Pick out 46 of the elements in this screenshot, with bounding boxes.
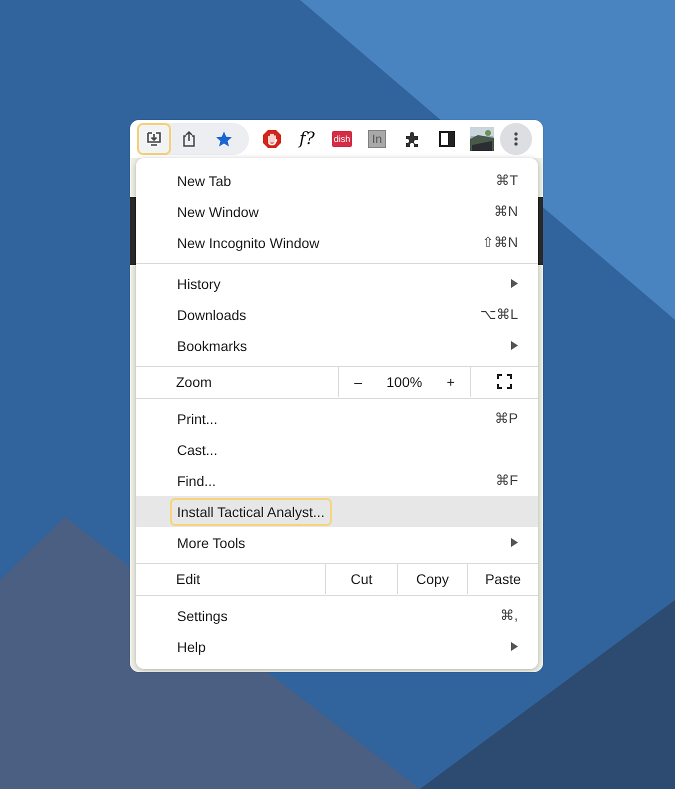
edit-action-button[interactable]: Copy xyxy=(397,563,467,594)
menu-item[interactable]: Settings ⌘, xyxy=(136,600,538,631)
menu-item[interactable]: Downloads ⌥⌘L xyxy=(136,299,538,330)
menu-item-label: Cast... xyxy=(176,440,218,460)
menu-item-label: Downloads xyxy=(176,306,248,324)
menu-item-label: New Tab xyxy=(176,172,232,190)
keyboard-shortcut: ⌥⌘L xyxy=(480,306,518,323)
edit-action-button[interactable]: Paste xyxy=(467,563,538,594)
menu-item[interactable]: New Tab ⌘T xyxy=(136,165,538,196)
keyboard-shortcut: ⌘, xyxy=(500,607,518,624)
zoom-out-button[interactable]: – xyxy=(348,374,368,390)
menu-item-label: New Window xyxy=(176,202,260,222)
menu-item-label: Print... xyxy=(176,410,218,428)
menu-item-label: Help xyxy=(176,638,207,657)
zoom-level: 100% xyxy=(386,374,422,390)
keyboard-shortcut: ⌘F xyxy=(495,472,518,489)
menu-item-label: Settings xyxy=(176,606,229,626)
extension-badge: In xyxy=(368,130,386,148)
extension-badge: dish xyxy=(332,131,352,147)
toolbar-button[interactable]: f? xyxy=(290,123,324,155)
menu-item[interactable]: More Tools xyxy=(136,527,538,558)
menu-item-label: Zoom xyxy=(175,372,213,392)
keyboard-shortcut: ⇧⌘N xyxy=(482,234,518,251)
menu-item[interactable]: New Incognito Window ⇧⌘N xyxy=(136,227,538,258)
keyboard-shortcut: ⌘P xyxy=(494,410,518,427)
zoom-in-button[interactable]: + xyxy=(440,374,461,390)
menu-item[interactable]: Print... ⌘P xyxy=(136,403,538,434)
keyboard-shortcut: ⌘N xyxy=(494,203,518,220)
toolbar-button[interactable]: dish xyxy=(325,123,359,155)
keyboard-shortcut: ⌘T xyxy=(495,172,518,189)
menu-item-label: New Incognito Window xyxy=(176,234,320,253)
menu-item-label: Edit xyxy=(175,570,202,588)
menu-item-label: Find... xyxy=(176,472,217,490)
edit-action-button[interactable]: Cut xyxy=(325,563,397,594)
menu-item[interactable]: Cast... xyxy=(136,434,538,465)
menu-item[interactable]: History xyxy=(136,268,538,299)
extension-label: f? xyxy=(299,129,315,149)
menu-item-label: History xyxy=(176,274,222,294)
menu-item[interactable]: New Window ⌘N xyxy=(136,196,538,227)
menu-item-label: Install Tactical Analyst... xyxy=(170,498,332,526)
menu-item-label: More Tools xyxy=(176,534,246,552)
menu-item[interactable]: Bookmarks xyxy=(136,330,538,361)
menu-item[interactable]: Find... ⌘F xyxy=(136,465,538,496)
menu-item-label: Bookmarks xyxy=(176,336,248,356)
menu-item[interactable]: Install Tactical Analyst... xyxy=(136,496,538,527)
menu-item[interactable]: Help xyxy=(136,631,538,662)
